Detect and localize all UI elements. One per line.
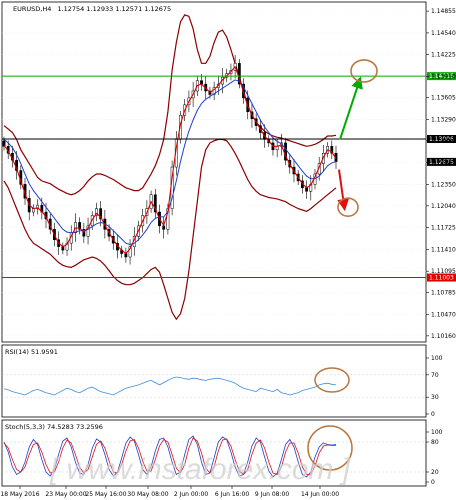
- time-tick-label: 6 Jun 16:00: [215, 491, 249, 498]
- osc-tick-label: 0: [431, 411, 435, 418]
- osc-tick-label: 80: [431, 439, 439, 446]
- watermark: [ www.instaforex.com ]: [49, 453, 351, 486]
- price-tick-label: 1.10160: [431, 333, 456, 340]
- osc-tick-label: 20: [431, 469, 439, 476]
- candle-body: [162, 225, 166, 230]
- symbol-label: EURUSD,H4: [13, 5, 51, 13]
- support-label: 1.11003: [429, 275, 454, 282]
- osc-tick-label: 100: [431, 429, 443, 436]
- time-tick-label: 25 May 16:00: [85, 491, 126, 498]
- price-tick-label: 1.10785: [431, 290, 456, 297]
- ohlc-values: 1.12754 1.12933 1.12571 1.12675: [57, 5, 171, 13]
- time-tick-label: 14 Jun 00:00: [301, 491, 339, 498]
- stoch-title: Stoch(5,3,3) 74.5283 73.2596: [5, 423, 103, 431]
- price-tick-label: 1.12665: [431, 160, 456, 167]
- time-tick-label: 9 Jun 08:00: [255, 491, 289, 498]
- price-tick-label: 1.12040: [431, 203, 456, 210]
- price-tick-label: 1.11095: [431, 268, 456, 275]
- price-tick-label: 1.14855: [431, 8, 456, 15]
- osc-tick-label: 0: [431, 479, 435, 486]
- price-tick-label: 1.13910: [431, 73, 456, 80]
- time-tick-label: 2 Jun 00:00: [174, 491, 208, 498]
- price-tick-label: 1.10470: [431, 311, 456, 318]
- price-tick-label: 1.14540: [431, 30, 456, 37]
- chart-window[interactable]: 1.140151.130061.126751.11003 EURUSD,H4 1…: [0, 0, 456, 500]
- osc-tick-label: 30: [431, 394, 439, 401]
- time-tick-label: 23 May 00:00: [45, 491, 86, 498]
- price-tick-label: 1.12980: [431, 138, 456, 145]
- price-tick-label: 1.13605: [431, 95, 456, 102]
- price-tick-label: 1.11410: [431, 246, 456, 253]
- price-tick-label: 1.13290: [431, 116, 456, 123]
- time-tick-label: 18 May 2016: [0, 491, 39, 498]
- osc-tick-label: 70: [431, 372, 439, 379]
- osc-tick-label: 100: [431, 355, 443, 362]
- price-tick-label: 1.11725: [431, 225, 456, 232]
- price-tick-label: 1.12350: [431, 181, 456, 188]
- price-title: EURUSD,H4 1.12754 1.12933 1.12571 1.1267…: [13, 5, 171, 13]
- price-tick-label: 1.14225: [431, 52, 456, 59]
- candle-body: [275, 146, 279, 151]
- rsi-title: RSI(14) 51.9591: [5, 348, 58, 356]
- time-tick-label: 30 May 08:00: [127, 491, 168, 498]
